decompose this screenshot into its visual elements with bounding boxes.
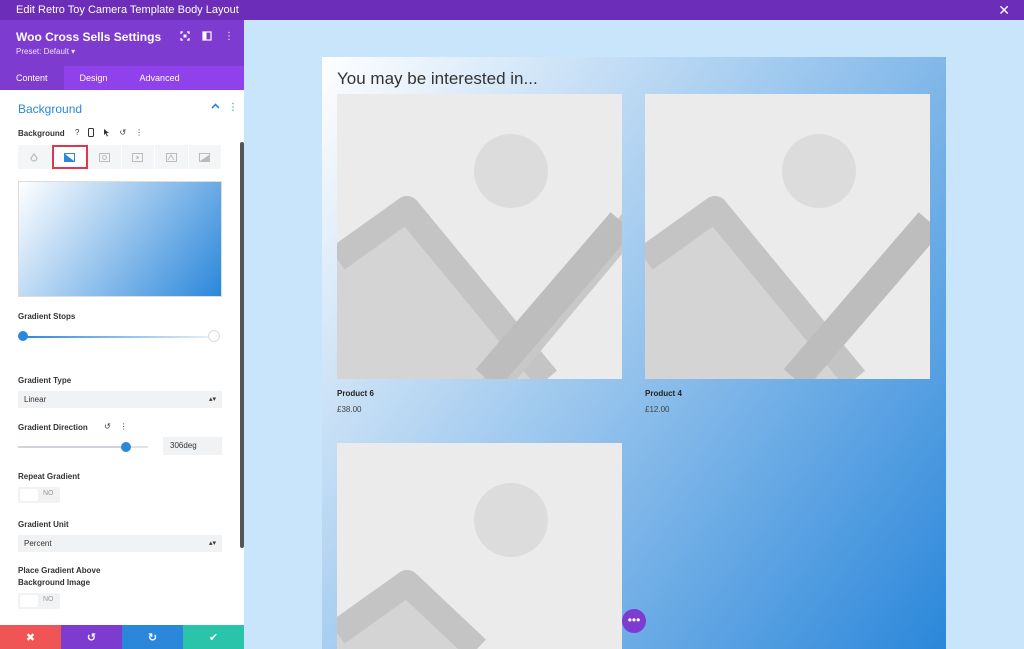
mobile-icon[interactable] xyxy=(88,128,94,139)
cursor-icon[interactable] xyxy=(103,128,110,139)
direction-menu-icon[interactable]: ⋮ xyxy=(120,422,128,431)
product-image-placeholder[interactable] xyxy=(337,94,622,379)
chevron-up-icon[interactable] xyxy=(211,102,220,114)
product-price: £38.00 xyxy=(337,405,361,414)
place-above-label-2: Background Image xyxy=(18,578,90,587)
background-label: Background xyxy=(18,129,65,138)
gradient-icon[interactable] xyxy=(52,145,89,169)
direction-input[interactable]: 306deg xyxy=(163,437,222,455)
gradient-type-select[interactable]: Linear ▴▾ xyxy=(18,391,222,408)
sidebar-toggle-icon[interactable] xyxy=(202,31,212,44)
gradient-unit-value: Percent xyxy=(24,539,52,548)
panel-title: Woo Cross Sells Settings xyxy=(16,30,161,44)
redo-button[interactable]: ↻ xyxy=(122,625,183,649)
panel-content: Background ⋮ Background ? ↺ ⋮ xyxy=(0,90,240,623)
product-name[interactable]: Product 4 xyxy=(645,389,682,398)
more-options-button[interactable]: ••• xyxy=(622,609,646,633)
gradient-type-value: Linear xyxy=(24,395,46,404)
cross-sells-heading: You may be interested in... xyxy=(337,69,538,89)
gradient-stops-track[interactable] xyxy=(22,336,214,338)
product-image-placeholder[interactable] xyxy=(645,94,930,379)
tab-design[interactable]: Design xyxy=(64,66,124,90)
panel-header: Woo Cross Sells Settings Preset: Default… xyxy=(0,20,244,66)
gradient-stop-start[interactable] xyxy=(18,331,28,341)
tab-advanced[interactable]: Advanced xyxy=(124,66,196,90)
close-icon[interactable]: ✕ xyxy=(998,2,1010,18)
cancel-button[interactable]: ✖ xyxy=(0,625,61,649)
gradient-unit-label: Gradient Unit xyxy=(18,520,69,529)
title-bar: Edit Retro Toy Camera Template Body Layo… xyxy=(0,0,1024,20)
action-bar: ✖ ↺ ↻ ✔ xyxy=(0,625,244,649)
field-menu-icon[interactable]: ⋮ xyxy=(135,128,143,139)
direction-slider-knob[interactable] xyxy=(121,442,131,452)
select-arrows-icon: ▴▾ xyxy=(209,391,216,408)
pattern-icon[interactable] xyxy=(155,145,189,169)
expand-icon[interactable] xyxy=(180,31,190,44)
color-icon[interactable] xyxy=(18,145,52,169)
section-title-background[interactable]: Background xyxy=(18,102,82,116)
gradient-type-label: Gradient Type xyxy=(18,376,71,385)
place-above-label-1: Place Gradient Above xyxy=(18,566,100,575)
tab-content[interactable]: Content xyxy=(0,66,64,90)
section-menu-icon[interactable]: ⋮ xyxy=(228,102,238,114)
direction-reset-icon[interactable]: ↺ xyxy=(104,422,111,431)
undo-button[interactable]: ↺ xyxy=(61,625,122,649)
panel-tabs: Content Design Advanced xyxy=(0,66,244,90)
direction-slider-fill xyxy=(18,446,125,448)
gradient-preview[interactable] xyxy=(18,181,222,297)
repeat-gradient-label: Repeat Gradient xyxy=(18,472,80,481)
reset-icon[interactable]: ↺ xyxy=(119,128,126,139)
toggle-knob xyxy=(20,595,38,607)
repeat-toggle-label: NO xyxy=(43,490,54,497)
repeat-gradient-toggle[interactable]: NO xyxy=(18,487,60,503)
preset-dropdown[interactable]: Preset: Default ▾ xyxy=(16,47,75,56)
toggle-knob xyxy=(20,489,38,501)
background-type-tabs xyxy=(18,145,222,169)
gradient-stop-end[interactable] xyxy=(208,330,220,342)
gradient-direction-label: Gradient Direction xyxy=(18,423,88,432)
place-above-toggle-label: NO xyxy=(43,596,54,603)
place-above-toggle[interactable]: NO xyxy=(18,593,60,609)
settings-panel: Woo Cross Sells Settings Preset: Default… xyxy=(0,20,244,649)
mask-icon[interactable] xyxy=(189,145,223,169)
product-name[interactable]: Product 6 xyxy=(337,389,374,398)
video-icon[interactable] xyxy=(122,145,156,169)
gradient-unit-select[interactable]: Percent ▴▾ xyxy=(18,535,222,552)
save-button[interactable]: ✔ xyxy=(183,625,244,649)
select-arrows-icon: ▴▾ xyxy=(209,535,216,552)
panel-menu-icon[interactable]: ⋮ xyxy=(224,31,234,44)
gradient-stops-label: Gradient Stops xyxy=(18,312,75,321)
product-price: £12.00 xyxy=(645,405,669,414)
product-image-placeholder[interactable] xyxy=(337,443,622,649)
help-icon[interactable]: ? xyxy=(75,128,79,139)
window-title: Edit Retro Toy Camera Template Body Layo… xyxy=(0,4,239,16)
image-icon[interactable] xyxy=(88,145,122,169)
